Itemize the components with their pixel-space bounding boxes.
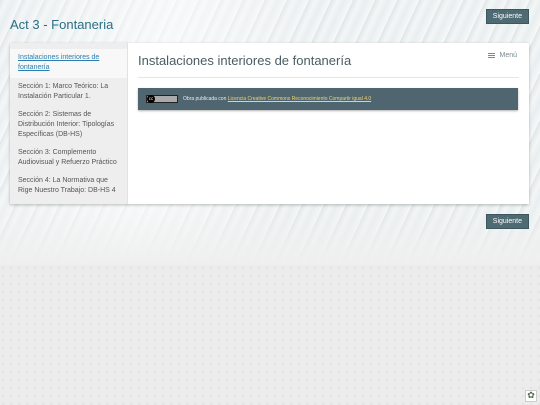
license-link[interactable]: Licencia Creative Commons Reconocimiento… bbox=[228, 96, 371, 102]
next-button-top[interactable]: Siguiente bbox=[485, 9, 529, 24]
sidebar-item-instalaciones[interactable]: Instalaciones interiores de fontanería bbox=[10, 49, 127, 78]
sidebar-item-seccion-1[interactable]: Sección 1: Marco Teórico: La Instalación… bbox=[10, 78, 127, 106]
sidebar-item-seccion-4[interactable]: Sección 4: La Normativa que Rige Nuestro… bbox=[10, 172, 127, 200]
page-background bbox=[0, 265, 540, 405]
sidebar-nav: Instalaciones interiores de fontanería S… bbox=[10, 43, 128, 204]
title-divider bbox=[138, 77, 519, 78]
sidebar-item-seccion-3[interactable]: Sección 3: Complemento Audiovisual y Ref… bbox=[10, 144, 127, 172]
menu-toggle[interactable]: Menú bbox=[488, 52, 517, 59]
cc-license-icon[interactable]: cc bbox=[146, 95, 178, 103]
license-text: Obra publicada con Licencia Creative Com… bbox=[183, 96, 371, 102]
license-prefix: Obra publicada con bbox=[183, 96, 227, 102]
license-bar: cc Obra publicada con Licencia Creative … bbox=[138, 88, 518, 110]
next-button-bottom[interactable]: Siguiente bbox=[485, 214, 529, 229]
exe-logo-icon[interactable]: ✿ bbox=[525, 390, 537, 402]
main-panel: Instalaciones interiores de fontanería S… bbox=[10, 43, 529, 204]
menu-label: Menú bbox=[499, 52, 517, 59]
content-area: Instalaciones interiores de fontanería M… bbox=[128, 43, 529, 204]
sidebar-item-seccion-2[interactable]: Sección 2: Sistemas de Distribución Inte… bbox=[10, 106, 127, 144]
site-title: Act 3 - Fontaneria bbox=[10, 17, 114, 32]
menu-icon bbox=[488, 53, 496, 58]
page-title: Instalaciones interiores de fontanería bbox=[138, 53, 352, 68]
